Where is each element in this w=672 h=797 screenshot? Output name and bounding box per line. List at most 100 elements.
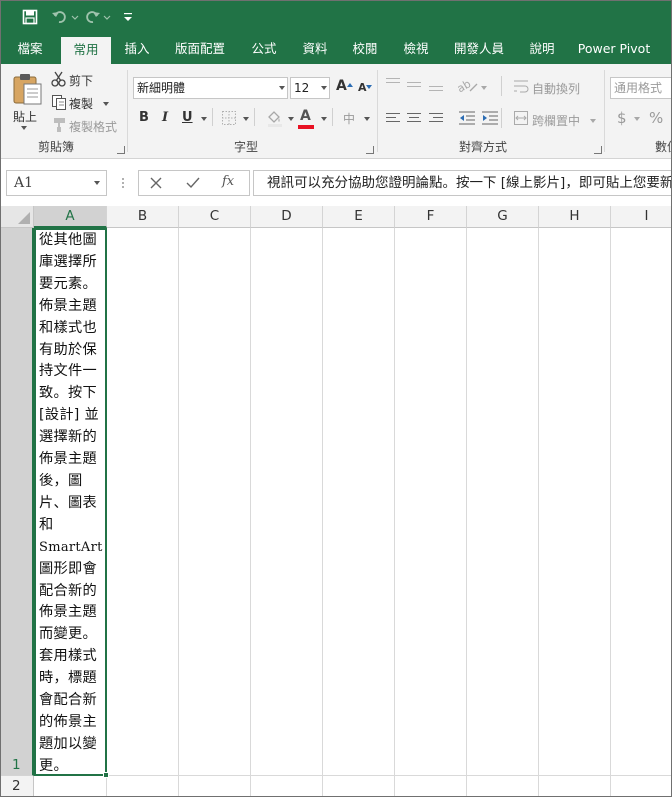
borders-dropdown-icon[interactable] bbox=[243, 117, 249, 121]
align-left-icon[interactable] bbox=[386, 113, 400, 125]
borders-icon[interactable] bbox=[221, 110, 237, 129]
font-name-dropdown-icon[interactable] bbox=[279, 86, 285, 90]
name-box-dropdown-icon[interactable] bbox=[94, 181, 100, 185]
column-header-i[interactable]: I bbox=[611, 206, 672, 228]
ribbon: 貼上 剪下 複製 複製格式 剪貼簿 新細明體 12 A A B I U A 中 … bbox=[0, 64, 672, 159]
merge-center-button[interactable]: 跨欄置中 bbox=[532, 112, 580, 129]
cell-a1-line: 和樣式也 bbox=[39, 319, 97, 336]
cell-a1-line: SmartArt bbox=[39, 539, 103, 555]
gridline bbox=[34, 775, 672, 776]
tab-formulas[interactable]: 公式 bbox=[241, 34, 287, 64]
cut-button[interactable]: 剪下 bbox=[69, 72, 93, 89]
cell-a1-line: 從其他圖 bbox=[39, 232, 97, 248]
phonetic-dropdown-icon[interactable] bbox=[364, 117, 370, 121]
font-launcher-icon[interactable] bbox=[366, 146, 374, 154]
align-middle-icon[interactable] bbox=[407, 82, 421, 90]
tab-help[interactable]: 說明 bbox=[519, 34, 565, 64]
customize-quick-access-icon[interactable] bbox=[121, 7, 135, 27]
formula-input[interactable]: 視訊可以充分協助您證明論點。按一下 [線上影片]，即可貼上您要新增之影片的內嵌程… bbox=[253, 170, 672, 196]
number-group-label: 數值 bbox=[655, 140, 672, 154]
fill-color-icon[interactable] bbox=[266, 109, 284, 130]
cancel-icon[interactable] bbox=[150, 177, 162, 192]
currency-dropdown-icon[interactable] bbox=[634, 117, 640, 121]
column-header-e[interactable]: E bbox=[323, 206, 395, 228]
worksheet-grid[interactable]: A B C D E F G H I 1 2 從其他圖 庫選擇所 要元素。 佈景主… bbox=[0, 206, 672, 797]
row-header-2[interactable]: 2 bbox=[0, 776, 34, 797]
tab-home[interactable]: 常用 bbox=[61, 37, 111, 64]
tab-page-layout[interactable]: 版面配置 bbox=[166, 34, 234, 64]
wrap-text-icon bbox=[513, 78, 529, 97]
orientation-dropdown-icon[interactable] bbox=[481, 86, 487, 90]
grow-font-button[interactable]: A bbox=[336, 78, 347, 94]
select-all-corner[interactable] bbox=[0, 206, 34, 228]
insert-function-button[interactable]: fx bbox=[222, 174, 234, 189]
wrap-text-button[interactable]: 自動換列 bbox=[532, 80, 580, 97]
cut-icon bbox=[51, 71, 67, 90]
orientation-icon[interactable]: ab bbox=[455, 77, 480, 97]
decrease-indent-icon[interactable] bbox=[458, 110, 476, 129]
copy-dropdown-icon[interactable] bbox=[103, 102, 109, 106]
tab-data[interactable]: 資料 bbox=[292, 34, 338, 64]
bold-button[interactable]: B bbox=[139, 110, 149, 125]
column-header-d[interactable]: D bbox=[251, 206, 323, 228]
column-header-h[interactable]: H bbox=[539, 206, 611, 228]
paste-dropdown-icon[interactable] bbox=[21, 126, 27, 130]
enter-icon[interactable] bbox=[186, 177, 200, 192]
formula-bar-grip-icon[interactable] bbox=[121, 177, 125, 192]
fill-handle[interactable] bbox=[103, 772, 109, 778]
italic-button[interactable]: I bbox=[162, 110, 168, 125]
fill-color-dropdown-icon[interactable] bbox=[288, 117, 294, 121]
tab-developer[interactable]: 開發人員 bbox=[448, 34, 510, 64]
column-header-a[interactable]: A bbox=[34, 206, 107, 228]
font-separator bbox=[212, 108, 213, 126]
tab-file[interactable]: 檔案 bbox=[6, 34, 54, 64]
align-right-icon[interactable] bbox=[429, 113, 443, 125]
increase-indent-icon[interactable] bbox=[481, 110, 499, 129]
underline-dropdown-icon[interactable] bbox=[201, 117, 207, 121]
cell-a1-line: 會配合新 bbox=[39, 692, 97, 709]
font-color-dropdown-icon[interactable] bbox=[321, 117, 327, 121]
gridline bbox=[106, 776, 107, 797]
tab-review[interactable]: 校閱 bbox=[342, 34, 388, 64]
format-painter-button[interactable]: 複製格式 bbox=[69, 118, 117, 135]
cell-a1-line: 選擇新的 bbox=[39, 429, 97, 446]
redo-icon[interactable] bbox=[84, 7, 114, 27]
cell-a1-line: 而變更。 bbox=[39, 626, 97, 643]
column-header-c[interactable]: C bbox=[179, 206, 251, 228]
row-header-1[interactable]: 1 bbox=[0, 228, 34, 776]
clipboard-launcher-icon[interactable] bbox=[117, 146, 125, 154]
save-icon[interactable] bbox=[20, 7, 40, 27]
column-header-g[interactable]: G bbox=[467, 206, 539, 228]
column-header-b[interactable]: B bbox=[107, 206, 179, 228]
ribbon-separator-2 bbox=[377, 70, 378, 152]
cell-a1-line: 圖形即會 bbox=[39, 560, 97, 577]
font-size-dropdown-icon[interactable] bbox=[321, 86, 327, 90]
number-format-select[interactable]: 通用格式 bbox=[610, 77, 672, 99]
paste-icon[interactable] bbox=[10, 72, 44, 106]
font-group-label: 字型 bbox=[234, 140, 259, 154]
tab-insert[interactable]: 插入 bbox=[114, 34, 160, 64]
align-center-icon[interactable] bbox=[407, 113, 421, 125]
currency-button[interactable]: $ bbox=[617, 109, 627, 127]
align-top-icon[interactable] bbox=[386, 78, 400, 86]
phonetic-button[interactable]: 中 bbox=[343, 110, 355, 127]
cell-a1[interactable]: 從其他圖 庫選擇所 要元素。 佈景主題 和樣式也 有助於保 持文件一 致。按下 … bbox=[34, 228, 107, 776]
underline-button[interactable]: U bbox=[182, 110, 193, 125]
alignment-launcher-icon[interactable] bbox=[594, 146, 602, 154]
paste-button[interactable]: 貼上 bbox=[13, 108, 37, 125]
align-bottom-icon[interactable] bbox=[429, 86, 443, 94]
font-name-select[interactable]: 新細明體 bbox=[133, 77, 288, 99]
tab-power-pivot[interactable]: Power Pivot bbox=[574, 34, 654, 64]
cell-a1-line: 套用樣式 bbox=[39, 648, 97, 665]
column-header-f[interactable]: F bbox=[395, 206, 467, 228]
undo-icon[interactable] bbox=[50, 7, 80, 27]
cell-a1-line: 佈景主題 bbox=[39, 297, 97, 314]
font-color-button[interactable]: A bbox=[300, 108, 311, 124]
percent-button[interactable]: % bbox=[649, 109, 663, 127]
name-box[interactable]: A1 bbox=[6, 170, 107, 196]
ribbon-separator-3 bbox=[604, 70, 605, 152]
tab-view[interactable]: 檢視 bbox=[393, 34, 439, 64]
merge-dropdown-icon[interactable] bbox=[590, 119, 596, 123]
font-separator-3 bbox=[332, 108, 333, 126]
copy-button[interactable]: 複製 bbox=[69, 95, 93, 112]
